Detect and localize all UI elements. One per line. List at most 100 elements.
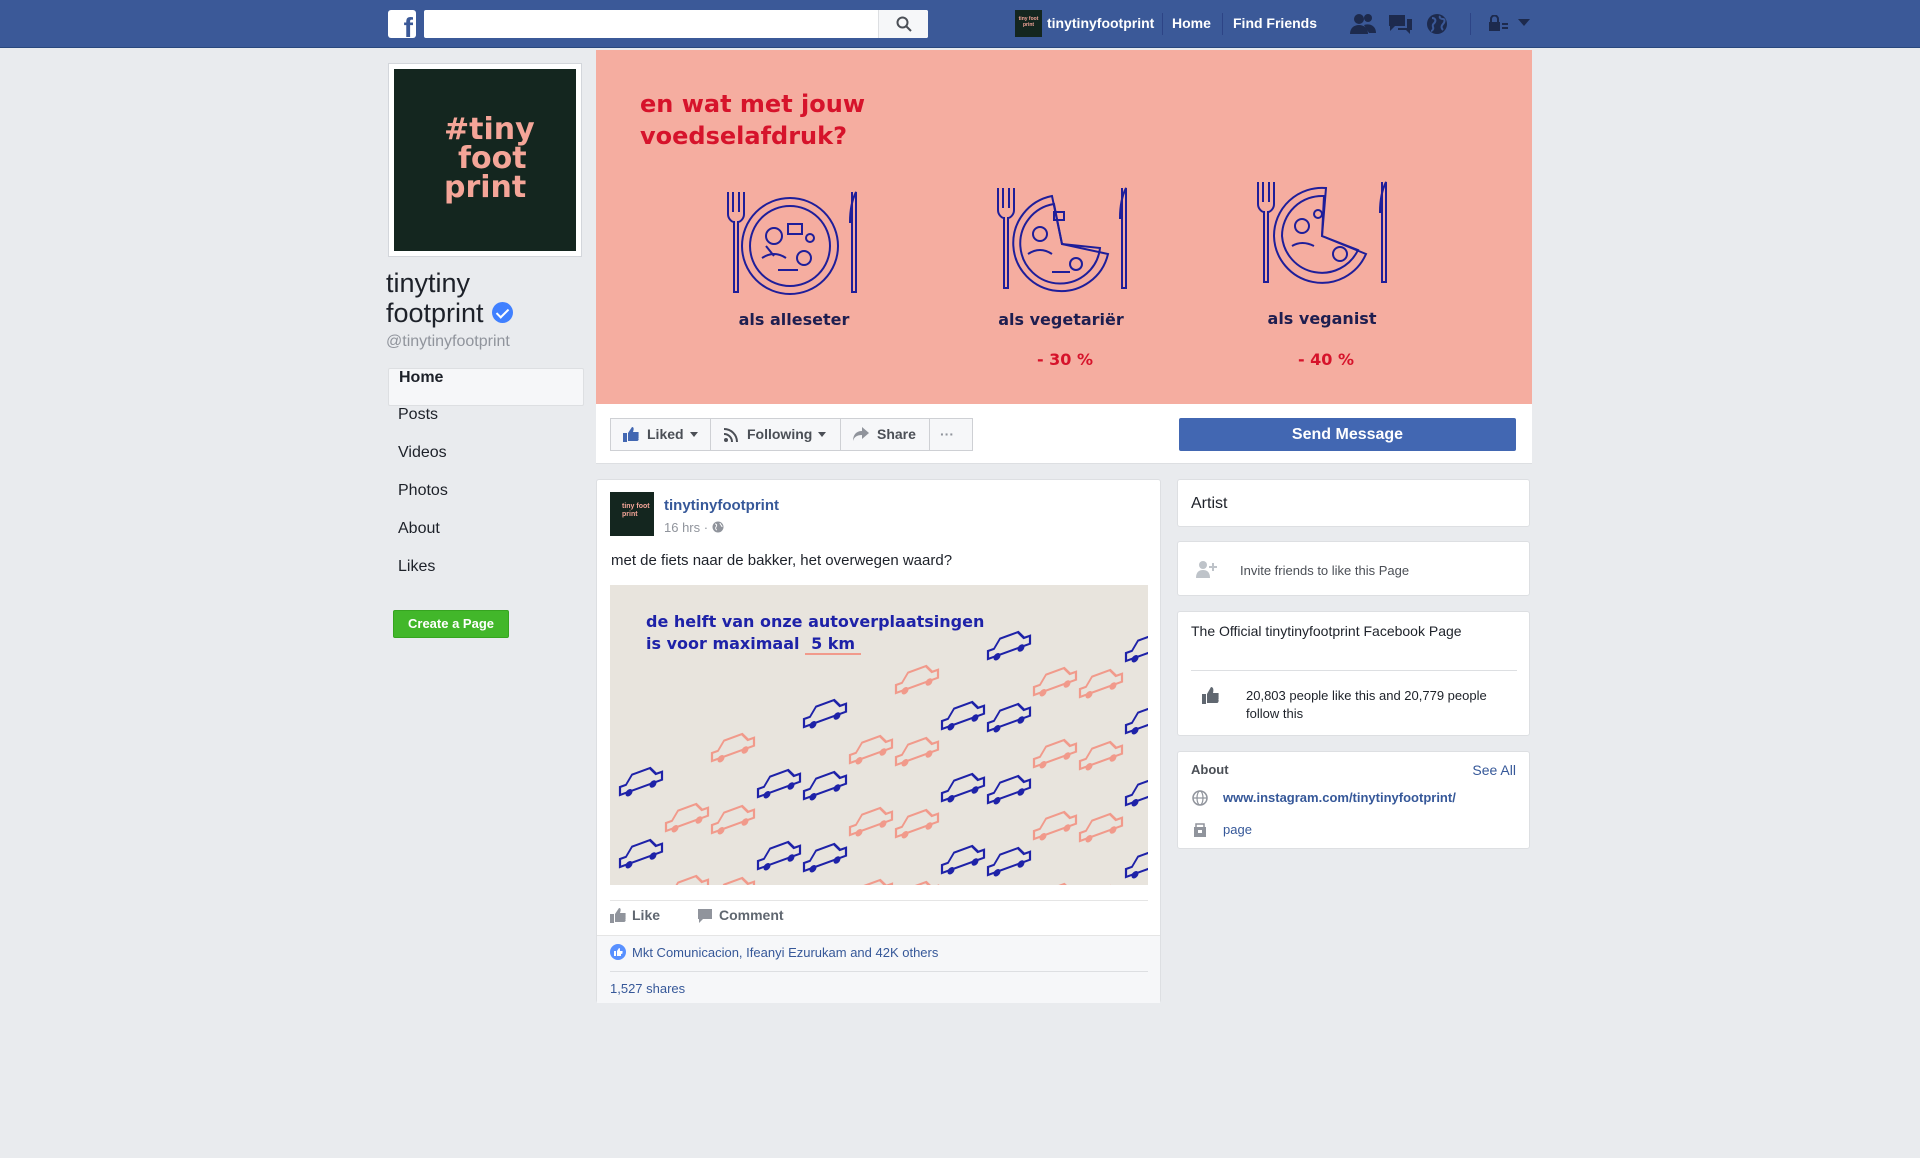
sidebar-item-posts[interactable]: Posts: [388, 406, 584, 444]
logo-line: print: [444, 170, 527, 205]
post-message: met de fiets naar de bakker, het overweg…: [611, 552, 953, 569]
car-icon: [664, 874, 710, 885]
car-icon: [940, 772, 986, 803]
car-icon: [1032, 666, 1078, 697]
sidebar-item-about[interactable]: About: [388, 520, 584, 558]
like-button[interactable]: Like: [610, 907, 660, 923]
liked-button[interactable]: Liked: [610, 418, 711, 451]
divider: [1191, 670, 1517, 671]
send-message-button[interactable]: Send Message: [1179, 418, 1516, 451]
page-title-line: tinytiny: [386, 268, 471, 298]
car-icon: [894, 664, 940, 695]
sidebar-item-home[interactable]: Home: [388, 368, 584, 406]
top-navigation-bar: f tiny foot print tinytinyfootprint Home…: [0, 0, 1920, 48]
car-icon: [848, 734, 894, 765]
nav-separator: [1162, 13, 1163, 35]
cover-headline-line: voedselafdruk?: [640, 122, 847, 150]
sidebar-item-photos[interactable]: Photos: [388, 482, 584, 520]
likes-summary-link[interactable]: Mkt Comunicacion, Ifeanyi Ezurukam and 4…: [610, 944, 938, 960]
car-icon: [848, 806, 894, 837]
account-menu-caret-icon[interactable]: [1518, 19, 1530, 27]
cover-headline: en wat met jouw voedselafdruk?: [640, 88, 940, 152]
facebook-logo-icon[interactable]: f: [388, 10, 416, 38]
plate-label: als veganist: [1267, 309, 1377, 328]
distance-highlight: 5 km: [805, 634, 862, 655]
page-navigation: Home Posts Videos Photos About Likes: [388, 368, 584, 596]
post-image[interactable]: de helft van onze autoverplaatsingen is …: [610, 585, 1148, 885]
car-icon: [894, 736, 940, 767]
share-label: Share: [877, 426, 916, 442]
page-flag-icon: [1194, 823, 1206, 837]
divider: [610, 971, 1148, 972]
post-author-name[interactable]: tinytinyfootprint: [664, 497, 779, 514]
reduction-percentage: - 30 %: [1036, 350, 1094, 369]
car-icon: [894, 880, 940, 885]
car-icon: [1124, 848, 1148, 879]
see-all-link[interactable]: See All: [1472, 762, 1516, 778]
add-friend-icon: [1196, 561, 1217, 578]
caret-down-icon: [689, 432, 698, 437]
post-reactions-summary: Mkt Comunicacion, Ifeanyi Ezurukam and 4…: [597, 935, 1160, 1003]
public-globe-icon: [712, 521, 724, 533]
cover-photo[interactable]: en wat met jouw voedselafdruk? als alles…: [596, 50, 1532, 404]
liked-label: Liked: [647, 426, 684, 442]
search-button[interactable]: [878, 10, 928, 38]
following-button[interactable]: Following: [710, 418, 841, 451]
more-options-button[interactable]: ···: [929, 418, 973, 451]
thumbs-up-icon: [1202, 687, 1219, 704]
page-handle[interactable]: @tinytinyfootprint: [386, 333, 510, 351]
car-icon: [1032, 738, 1078, 769]
page-profile-picture[interactable]: #tiny foot print: [388, 63, 582, 257]
comment-bubble-icon: [698, 909, 712, 923]
car-icon: [1124, 704, 1148, 735]
instagram-link[interactable]: www.instagram.com/tinytinyfootprint/: [1223, 790, 1456, 805]
vegan-plate-illustration: [1257, 181, 1387, 284]
plate-label: als alleseter: [738, 310, 850, 329]
image-headline-line: de helft van onze autoverplaatsingen: [646, 612, 985, 631]
verified-badge-icon: [491, 302, 513, 323]
page-category-card[interactable]: Artist: [1177, 479, 1530, 527]
page-intro-card: The Official tinytinyfootprint Facebook …: [1177, 611, 1530, 736]
full-plate-illustration: [727, 191, 857, 295]
sidebar-item-likes[interactable]: Likes: [388, 558, 584, 596]
nav-home-link[interactable]: Home: [1172, 15, 1211, 31]
sidebar-item-videos[interactable]: Videos: [388, 444, 584, 482]
car-icon: [802, 770, 848, 801]
post-timestamp[interactable]: 16 hrs ·: [664, 520, 724, 535]
post-time-text: 16 hrs ·: [664, 520, 712, 535]
page-title-line: footprint: [386, 298, 484, 328]
car-icon: [664, 802, 710, 833]
post-author-avatar[interactable]: tiny foot print: [610, 492, 654, 536]
car-icon: [1124, 776, 1148, 807]
cover-headline-line: en wat met jouw: [640, 90, 865, 118]
reduction-percentage: - 40 %: [1297, 350, 1355, 369]
vegetarian-plate-illustration: [997, 187, 1127, 293]
car-icon: [940, 700, 986, 731]
logo-line: #tiny: [444, 112, 535, 147]
like-label: Like: [632, 907, 661, 923]
nav-profile-avatar[interactable]: tiny foot print: [1015, 10, 1042, 37]
globe-icon: [1192, 790, 1208, 806]
privacy-lock-icon[interactable]: [1488, 15, 1508, 33]
shares-count-link[interactable]: 1,527 shares: [610, 981, 685, 996]
notifications-globe-icon[interactable]: [1425, 12, 1449, 36]
invite-friends-card[interactable]: Invite friends to like this Page: [1177, 541, 1530, 596]
logo-line: foot: [458, 141, 527, 176]
nav-find-friends-link[interactable]: Find Friends: [1233, 15, 1317, 31]
car-icon: [710, 804, 756, 835]
page-type-link[interactable]: page: [1223, 822, 1252, 837]
car-icon: [1078, 812, 1124, 843]
comment-button[interactable]: Comment: [697, 907, 784, 923]
nav-profile-name[interactable]: tinytinyfootprint: [1047, 15, 1154, 31]
messages-icon[interactable]: [1387, 12, 1413, 36]
share-button[interactable]: Share: [840, 418, 930, 451]
car-icon: [802, 842, 848, 873]
following-label: Following: [747, 426, 813, 442]
friend-requests-icon[interactable]: [1350, 12, 1376, 36]
share-arrow-icon: [853, 427, 869, 441]
create-page-button[interactable]: Create a Page: [393, 610, 509, 638]
about-card: About See All www.instagram.com/tinytiny…: [1177, 751, 1530, 849]
nav-separator: [1470, 13, 1471, 35]
search-input[interactable]: [424, 10, 928, 38]
thumbs-up-icon: [623, 427, 639, 442]
